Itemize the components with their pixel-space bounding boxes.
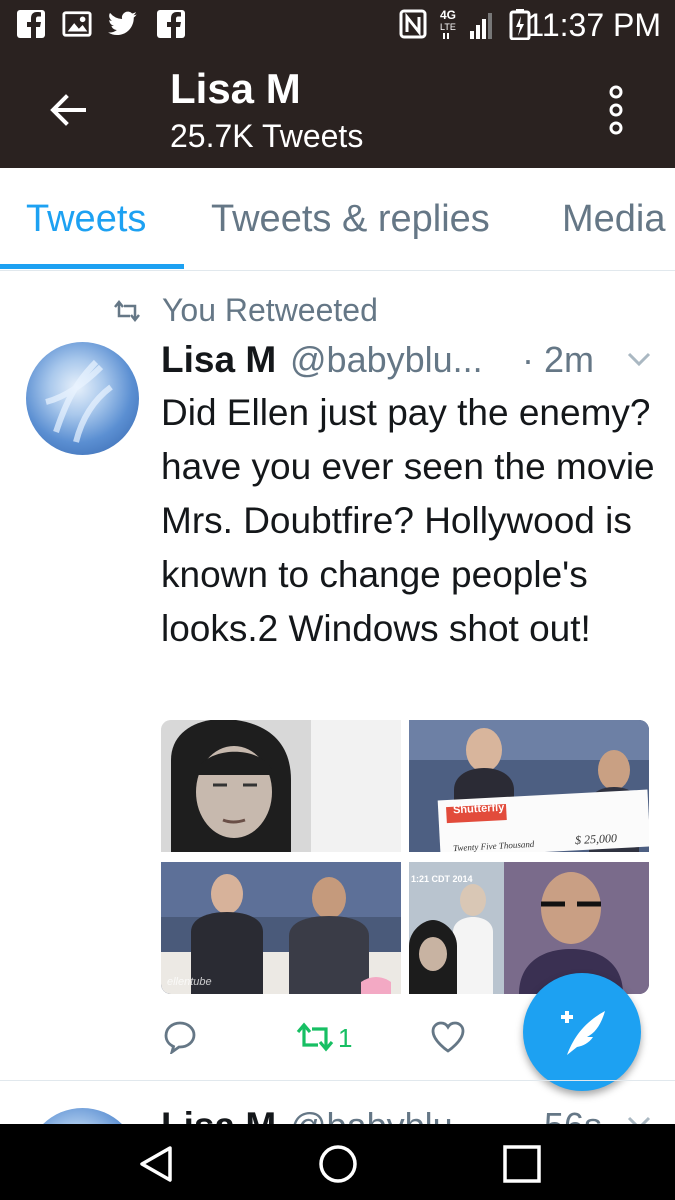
back-triangle-icon[interactable] (134, 1142, 178, 1186)
tweet-count: 25.7K Tweets (170, 118, 364, 154)
tweet-handle[interactable]: @babyblu... (290, 1104, 483, 1124)
retweet-small-icon (112, 298, 142, 324)
recents-square-icon[interactable] (500, 1142, 544, 1186)
retweet-icon[interactable] (295, 1020, 335, 1056)
tweet-time: · 2m (522, 339, 594, 380)
svg-text:4G: 4G (440, 8, 456, 22)
media-watermark: ellentube (167, 976, 212, 988)
media-image-2[interactable]: Shutterfly $ 25,000 Twenty Five Thousand (409, 720, 649, 852)
retweet-note: You Retweeted (162, 292, 378, 328)
avatar[interactable] (26, 342, 139, 455)
tab-media[interactable]: Media (562, 196, 666, 242)
next-tweet-preview[interactable]: Lisa M @babyblu... · 56s (0, 1080, 675, 1124)
tab-tweets-and-replies[interactable]: Tweets & replies (211, 196, 490, 242)
retweet-count: 1 (338, 1023, 353, 1053)
tweet-handle[interactable]: @babyblu... (290, 338, 483, 382)
chevron-down-icon[interactable] (626, 1112, 652, 1124)
svg-text:LTE: LTE (440, 22, 456, 32)
facebook-icon (156, 8, 186, 40)
media-timestamp-stamp: 1:21 CDT 2014 (411, 874, 473, 884)
active-tab-indicator (0, 264, 184, 269)
media-image-4[interactable]: 1:21 CDT 2014 (409, 862, 649, 994)
twitter-icon (108, 8, 138, 40)
more-vertical-icon[interactable] (596, 84, 636, 136)
profile-header: Lisa M 25.7K Tweets (0, 50, 675, 168)
tweet-time: · 56s (522, 1104, 602, 1124)
reply-icon[interactable] (163, 1020, 197, 1056)
nfc-icon (398, 8, 428, 40)
tab-tweets[interactable]: Tweets (26, 196, 146, 242)
profile-tabs: Tweets Tweets & replies Media (0, 168, 675, 271)
arrow-left-icon[interactable] (44, 86, 92, 134)
compose-tweet-button[interactable] (523, 973, 641, 1091)
media-image-3[interactable]: ellentube (161, 862, 401, 994)
profile-name: Lisa M (170, 65, 301, 112)
avatar[interactable] (26, 1108, 139, 1124)
signal-icon: 4G LTE (438, 8, 498, 40)
status-time: 11:37 PM (526, 7, 661, 43)
status-bar: 4G LTE 11:37 PM (0, 0, 675, 50)
media-image-1[interactable] (161, 720, 401, 852)
tweet-author-name[interactable]: Lisa M (161, 338, 276, 382)
chevron-down-icon[interactable] (626, 348, 652, 370)
home-circle-icon[interactable] (316, 1142, 360, 1186)
compose-tweet-icon (553, 1003, 611, 1061)
check-amount: $ 25,000 (574, 830, 618, 848)
heart-icon[interactable] (430, 1020, 466, 1056)
gallery-icon (62, 8, 92, 40)
facebook-icon (16, 8, 46, 40)
tweet-text: Did Ellen just pay the enemy? have you e… (161, 392, 655, 649)
android-nav-bar (0, 1124, 675, 1200)
tweet-author-name[interactable]: Lisa M (161, 1104, 276, 1124)
